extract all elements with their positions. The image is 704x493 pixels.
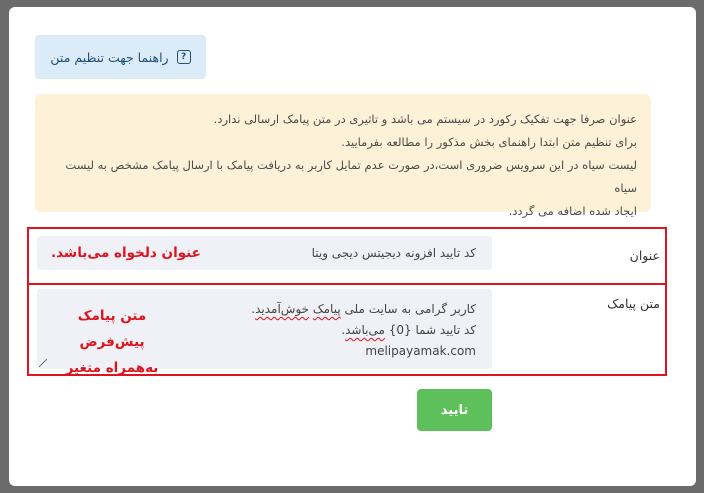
text-segment: کد تایید شما {0} (384, 323, 476, 337)
text-segment: کاربر گرامی به سایت ملی (340, 302, 477, 316)
notice-line: عنوان صرفا جهت تفکیک رکورد در سیستم می ب… (213, 112, 637, 126)
title-annotation: عنوان دلخواه می‌باشد. (51, 245, 201, 261)
body-annotation-line: به‌همراه متغیر (65, 360, 159, 376)
guide-button[interactable]: ? راهنما جهت تنظیم متن (35, 35, 206, 79)
help-icon: ? (176, 50, 191, 64)
guide-button-label: راهنما جهت تنظیم متن (50, 49, 169, 65)
message-line-1: کاربر گرامی به سایت ملی پیامک خوش‌آمدید. (251, 299, 476, 320)
body-annotation-line: متن پیامک پیش‌فرض (77, 308, 147, 350)
message-textarea[interactable]: کاربر گرامی به سایت ملی پیامک خوش‌آمدید.… (37, 289, 492, 376)
message-text: کاربر گرامی به سایت ملی پیامک خوش‌آمدید.… (251, 299, 476, 362)
notice-line: برای تنظیم متن ابتدا راهنمای بخش مذکور ر… (341, 135, 637, 149)
title-input[interactable]: کد تایید افزونه دیجیتس دیجی ویتا عنوان د… (37, 236, 492, 270)
notice-line: ایجاد شده اضافه می گردد. (508, 204, 637, 218)
resize-handle-icon[interactable] (39, 359, 47, 367)
notice-line: لیست سیاه در این سرویس ضروری است،در صورت… (65, 158, 637, 195)
spell-flagged-word: می‌باشد (345, 323, 385, 337)
message-line-3: melipayamak.com (365, 344, 476, 358)
spell-flagged-word: پیامک (312, 302, 341, 316)
submit-button[interactable]: تایید (417, 389, 492, 431)
message-line-2: کد تایید شما {0} می‌باشد. (251, 320, 476, 341)
title-label: عنوان (629, 248, 660, 263)
body-label: متن پیامک (607, 296, 660, 311)
spell-flagged-word: خوش‌آمدید (255, 302, 310, 316)
body-annotation: متن پیامک پیش‌فرض به‌همراه متغیر (47, 303, 177, 381)
title-input-value: کد تایید افزونه دیجیتس دیجی ویتا (311, 246, 476, 260)
notice-box: عنوان صرفا جهت تفکیک رکورد در سیستم می ب… (35, 94, 651, 218)
